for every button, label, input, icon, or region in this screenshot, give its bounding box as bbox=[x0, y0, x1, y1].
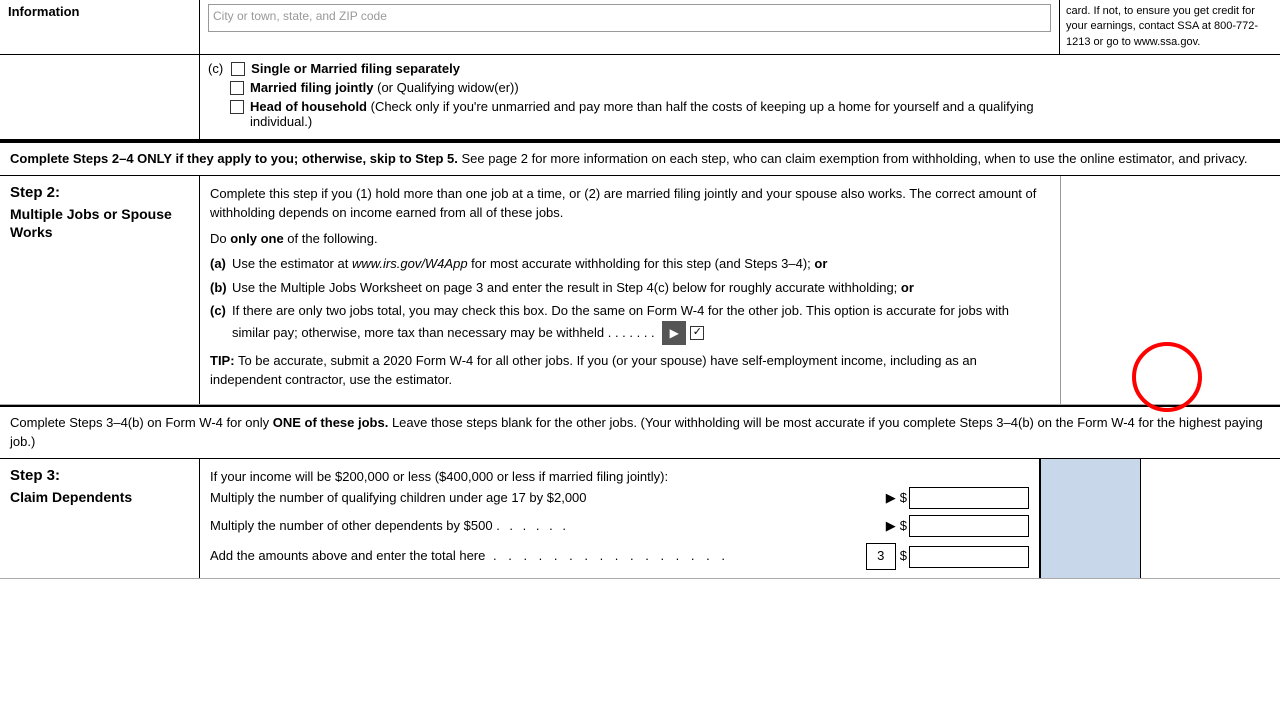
step3-number: Step 3: bbox=[10, 467, 189, 484]
step2-right-col bbox=[1060, 176, 1280, 404]
checkbox-married-jointly[interactable] bbox=[230, 81, 244, 95]
step2c-checkbox[interactable]: ✓ bbox=[690, 326, 704, 340]
option2-text: Married filing jointly (or Qualifying wi… bbox=[250, 80, 519, 95]
play-button[interactable]: ▶ bbox=[662, 321, 686, 345]
total-input[interactable] bbox=[909, 546, 1029, 568]
step2-title: Multiple Jobs or Spouse Works bbox=[10, 205, 189, 241]
step3-right-white bbox=[1140, 459, 1280, 579]
complete-banner-2: Complete Steps 3–4(b) on Form W-4 for on… bbox=[0, 405, 1280, 459]
step2-item-c: (c) If there are only two jobs total, yo… bbox=[210, 301, 1050, 345]
checkbox-head-of-household[interactable] bbox=[230, 100, 244, 114]
step2-content: Complete this step if you (1) hold more … bbox=[200, 176, 1060, 404]
total-text: Add the amounts above and enter the tota… bbox=[210, 546, 866, 567]
step3-label: Step 3: Claim Dependents bbox=[0, 459, 200, 579]
step2-number: Step 2: bbox=[10, 184, 189, 201]
step3-content: If your income will be $200,000 or less … bbox=[200, 459, 1040, 579]
filing-left-spacer bbox=[0, 55, 200, 139]
step2-label: Step 2: Multiple Jobs or Spouse Works bbox=[0, 176, 200, 404]
city-input-area: City or town, state, and ZIP code bbox=[200, 0, 1060, 54]
label-c: (c) bbox=[208, 61, 223, 76]
total-box-num: 3 bbox=[866, 543, 896, 570]
information-label: Information bbox=[0, 0, 200, 54]
city-input[interactable]: City or town, state, and ZIP code bbox=[208, 4, 1051, 32]
step2-item-b: (b) Use the Multiple Jobs Worksheet on p… bbox=[210, 278, 1050, 298]
row2-text: Multiply the number of other dependents … bbox=[210, 516, 882, 537]
step3-total-row: Add the amounts above and enter the tota… bbox=[210, 543, 1029, 570]
ssa-note: card. If not, to ensure you get credit f… bbox=[1060, 0, 1280, 54]
row1-dollar-input: $ bbox=[900, 487, 1029, 509]
filing-options: (c) Single or Married filing separately … bbox=[200, 55, 1060, 139]
row2-arrow: ▶ bbox=[886, 516, 896, 537]
filing-right-spacer bbox=[1060, 55, 1280, 139]
step3-section: Step 3: Claim Dependents If your income … bbox=[0, 459, 1280, 580]
step3-title: Claim Dependents bbox=[10, 488, 189, 506]
row2-input[interactable] bbox=[909, 515, 1029, 537]
complete-banner-1: Complete Steps 2–4 ONLY if they apply to… bbox=[0, 141, 1280, 176]
row1-arrow: ▶ bbox=[886, 488, 896, 509]
row1-text: Multiply the number of qualifying childr… bbox=[210, 488, 882, 509]
step2-item-a: (a) Use the estimator at www.irs.gov/W4A… bbox=[210, 254, 1050, 274]
step3-right-blue bbox=[1040, 459, 1140, 579]
step3-row2: Multiply the number of other dependents … bbox=[210, 515, 1029, 537]
checkbox-single[interactable] bbox=[231, 62, 245, 76]
step3-row1: Multiply the number of qualifying childr… bbox=[210, 487, 1029, 509]
step2-do-one: Do only one of the following. bbox=[210, 229, 1050, 249]
row2-dollar-input: $ bbox=[900, 515, 1029, 537]
step2-tip: TIP: To be accurate, submit a 2020 Form … bbox=[210, 351, 1050, 390]
row1-input[interactable] bbox=[909, 487, 1029, 509]
step2-intro: Complete this step if you (1) hold more … bbox=[210, 184, 1050, 223]
option3-text: Head of household (Check only if you're … bbox=[250, 99, 1052, 129]
option1-label: Single or Married filing separately bbox=[251, 61, 460, 76]
step3-intro: If your income will be $200,000 or less … bbox=[210, 467, 1029, 488]
step2-section: Step 2: Multiple Jobs or Spouse Works Co… bbox=[0, 176, 1280, 405]
